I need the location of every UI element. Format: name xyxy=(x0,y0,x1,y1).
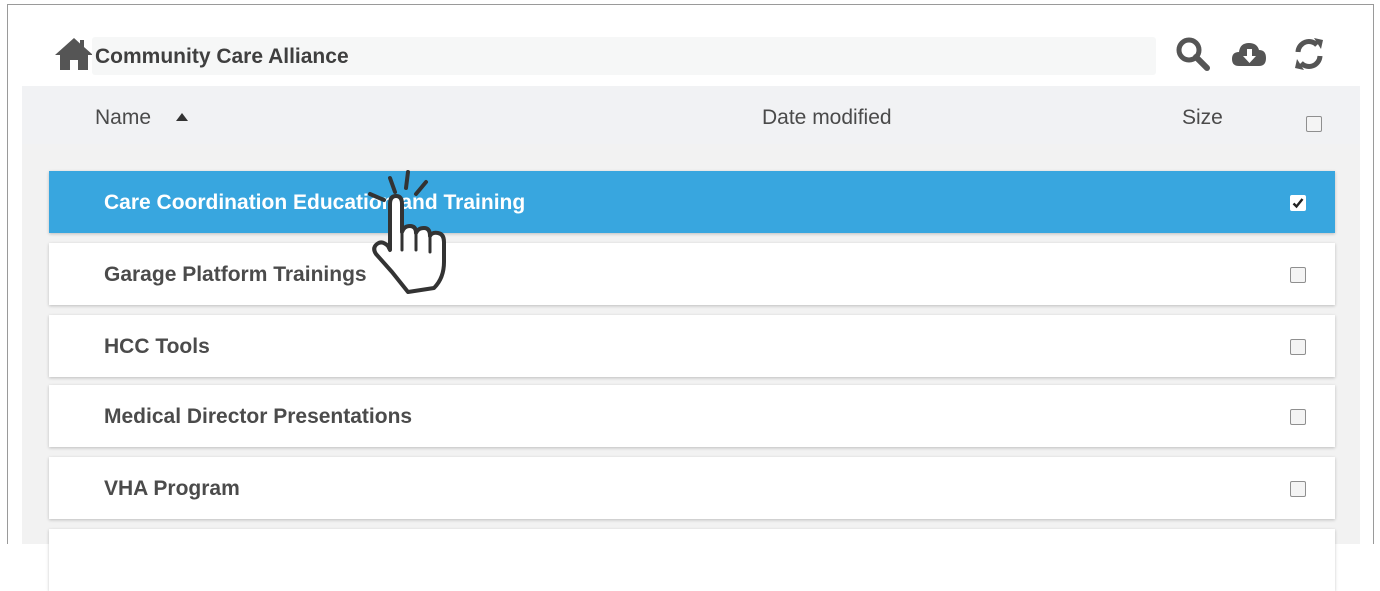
folder-row-partial[interactable] xyxy=(49,529,1335,591)
folder-name: Medical Director Presentations xyxy=(104,405,413,428)
folder-row[interactable]: Medical Director Presentations xyxy=(49,385,1335,447)
folder-name: HCC Tools xyxy=(104,335,210,358)
column-name-header[interactable]: Name xyxy=(95,106,151,130)
sort-ascending-icon[interactable] xyxy=(176,113,188,121)
pointing-hand-click-icon xyxy=(368,170,446,294)
select-all-checkbox[interactable] xyxy=(1306,116,1322,132)
folder-name: Care Coordination Education and Training xyxy=(104,191,526,214)
refresh-icon[interactable] xyxy=(1290,35,1328,73)
folder-name: Garage Platform Trainings xyxy=(104,263,367,286)
home-icon[interactable] xyxy=(53,35,95,73)
file-browser-panel: Community Care Alliance Name Date modifi… xyxy=(7,4,1374,591)
checkmark-icon xyxy=(1292,198,1304,209)
folder-name: VHA Program xyxy=(104,477,240,500)
toolbar: Community Care Alliance xyxy=(8,5,1373,89)
row-checkbox[interactable] xyxy=(1290,267,1306,283)
folder-list: Care Coordination Education and Training… xyxy=(22,144,1360,591)
row-checkbox[interactable] xyxy=(1290,409,1306,425)
folder-row[interactable]: Care Coordination Education and Training xyxy=(49,171,1335,233)
row-checkbox[interactable] xyxy=(1290,339,1306,355)
row-checkbox[interactable] xyxy=(1290,195,1306,211)
row-checkbox[interactable] xyxy=(1290,481,1306,497)
current-folder-path: Community Care Alliance xyxy=(95,45,349,68)
cloud-download-icon[interactable] xyxy=(1230,35,1268,73)
folder-row[interactable]: HCC Tools xyxy=(49,315,1335,377)
folder-row[interactable]: VHA Program xyxy=(49,457,1335,519)
folder-row[interactable]: Garage Platform Trainings xyxy=(49,243,1335,305)
search-icon[interactable] xyxy=(1174,35,1212,73)
column-size-header[interactable]: Size xyxy=(1182,106,1223,130)
column-header-row: Name Date modified Size xyxy=(22,86,1360,144)
column-date-modified-header[interactable]: Date modified xyxy=(762,106,892,130)
